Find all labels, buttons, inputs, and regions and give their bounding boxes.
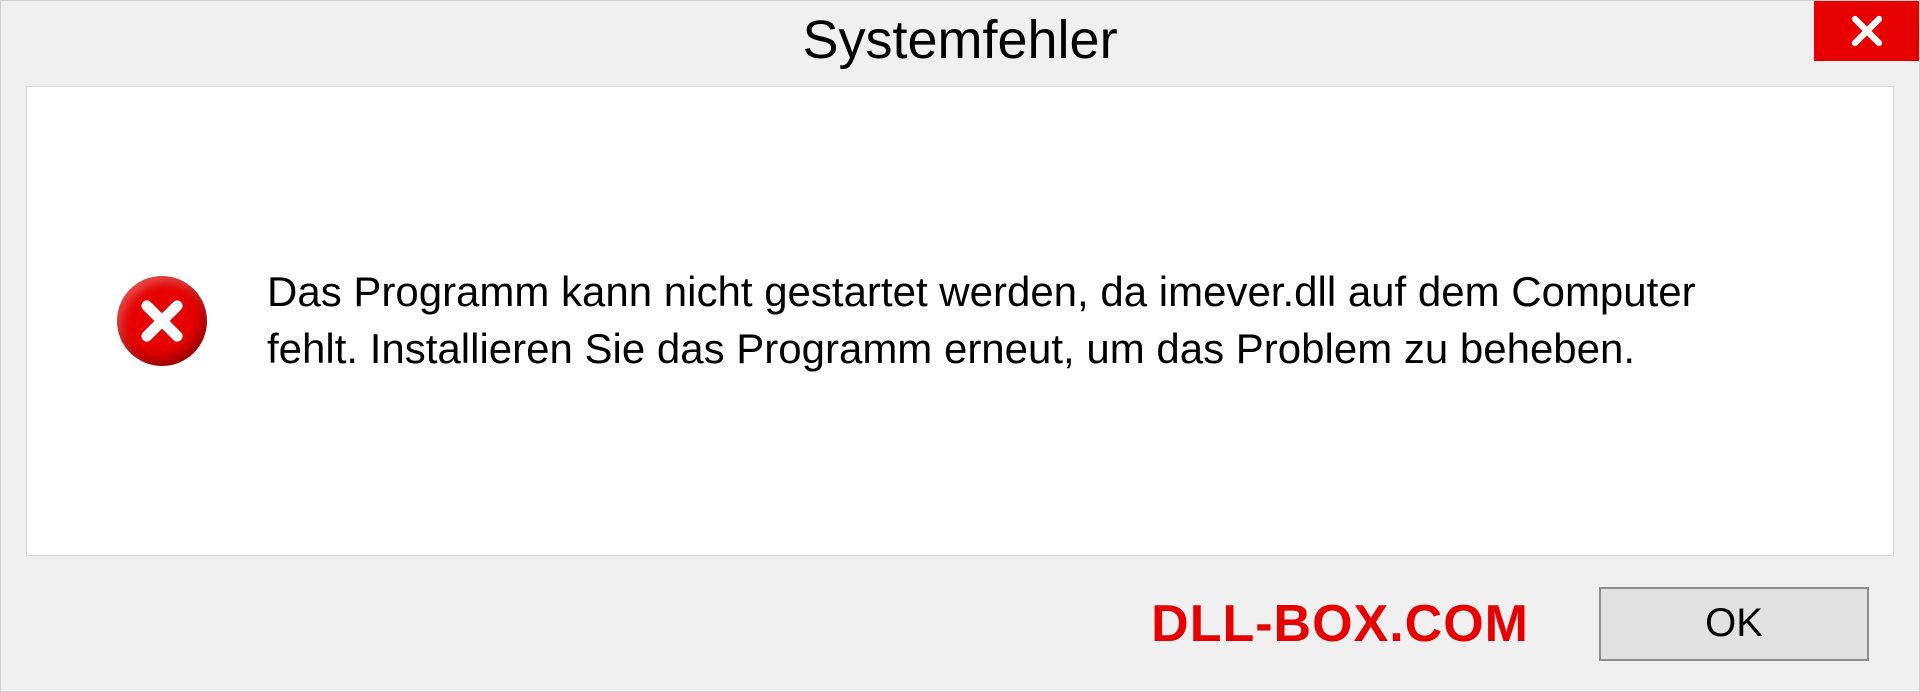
watermark-text: DLL-BOX.COM [1151,594,1529,654]
close-icon [1849,13,1885,49]
error-icon [117,276,207,366]
error-message: Das Programm kann nicht gestartet werden… [267,264,1787,377]
content-panel: Das Programm kann nicht gestartet werden… [26,86,1894,556]
ok-button[interactable]: OK [1599,587,1869,661]
close-button[interactable] [1814,1,1919,61]
titlebar: Systemfehler [1,1,1919,86]
dialog-title: Systemfehler [802,9,1117,71]
error-icon-wrap [117,276,207,366]
error-dialog: Systemfehler Das Programm kann nicht ges… [0,0,1920,692]
dialog-footer: DLL-BOX.COM OK [1,556,1919,691]
ok-button-label: OK [1705,601,1763,646]
